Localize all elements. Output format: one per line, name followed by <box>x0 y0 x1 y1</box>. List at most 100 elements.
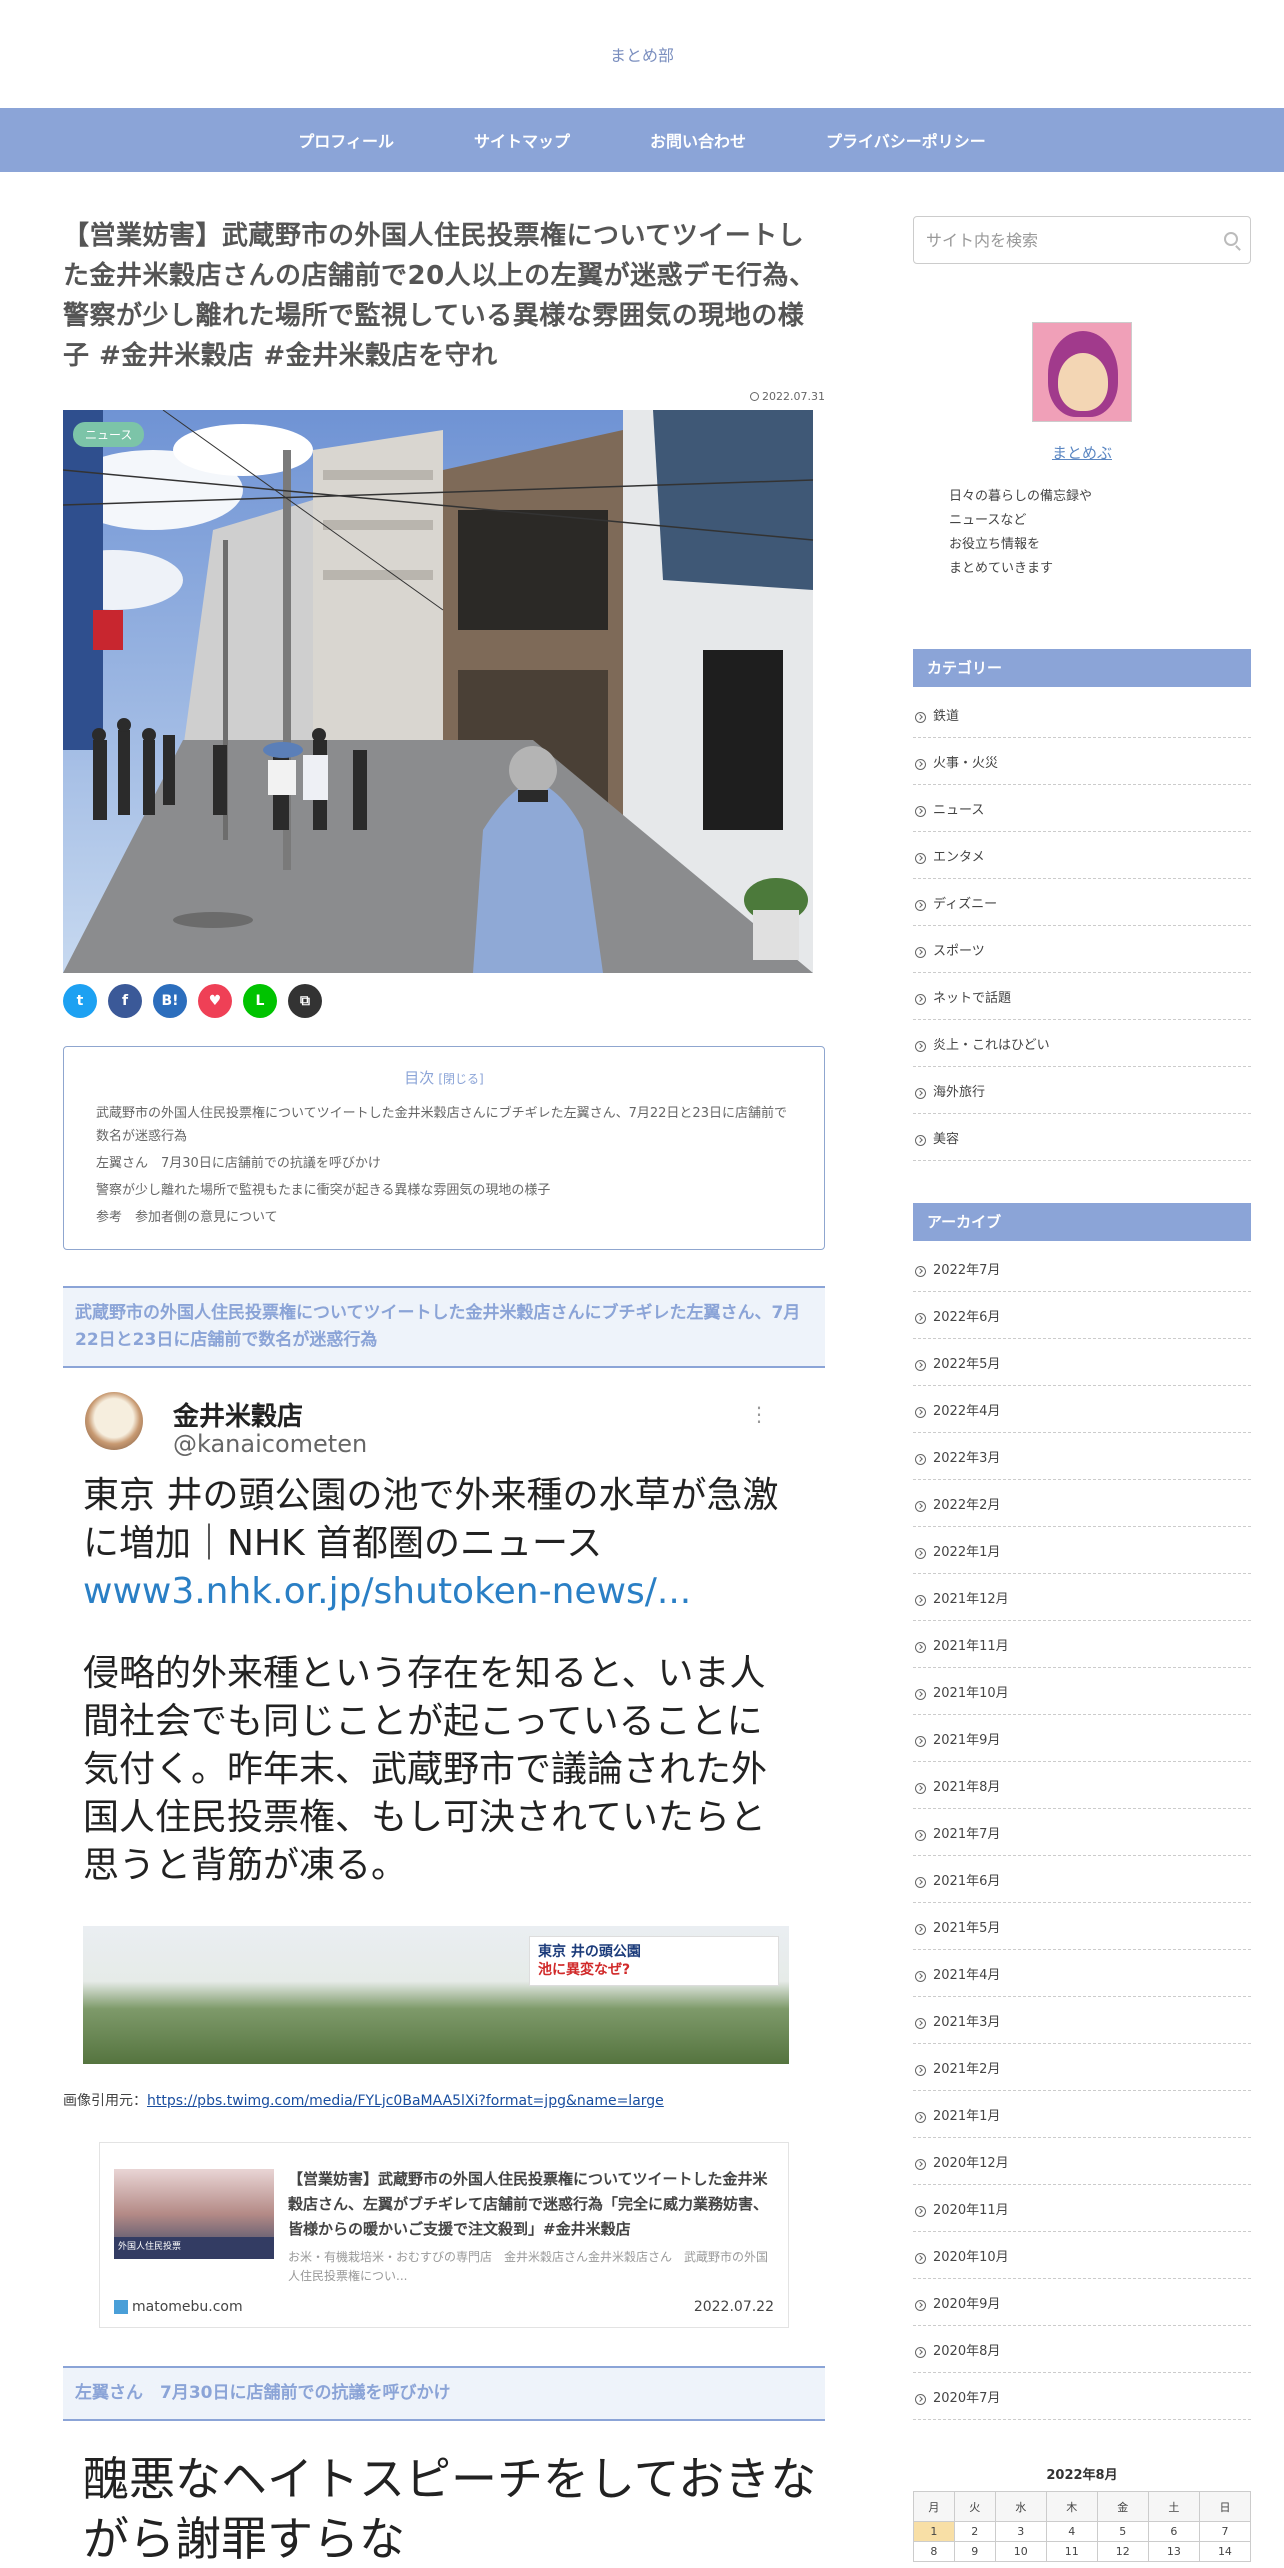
archive-item[interactable]: 2020年11月 <box>913 2185 1251 2232</box>
archive-item[interactable]: 2022年7月 <box>913 1245 1251 1292</box>
weekday-header: 日 <box>1198 2491 1252 2522</box>
archive-item[interactable]: 2022年6月 <box>913 1292 1251 1339</box>
facebook-share-button[interactable]: f <box>108 984 142 1018</box>
nav-profile[interactable]: プロフィール <box>258 128 434 152</box>
category-item[interactable]: ニュース <box>913 785 1251 832</box>
category-item[interactable]: 火事・火災 <box>913 738 1251 785</box>
toc-item-link[interactable]: 武蔵野市の外国人住民投票権についてツイートした金井米穀店さんにブチギレた左翼さん… <box>96 1106 787 1144</box>
archive-item[interactable]: 2021年12月 <box>913 1574 1251 1621</box>
category-item[interactable]: 炎上・これはひどい <box>913 1020 1251 1067</box>
nav-privacy-policy[interactable]: プライバシーポリシー <box>786 128 1026 152</box>
calendar-day: 14 <box>1198 2541 1252 2562</box>
calendar-day: 12 <box>1096 2541 1149 2562</box>
category-item[interactable]: スポーツ <box>913 926 1251 973</box>
nav-sitemap[interactable]: サイトマップ <box>434 128 610 152</box>
search-icon[interactable] <box>1224 232 1238 246</box>
archive-item[interactable]: 2022年1月 <box>913 1527 1251 1574</box>
weekday-header: 金 <box>1096 2491 1149 2522</box>
tweet-thumbnail-caption: 東京 井の頭公園 池に異変なぜ? <box>529 1936 779 1986</box>
weekday-header: 木 <box>1045 2491 1098 2522</box>
tweet-video-thumbnail: 東京 井の頭公園 池に異変なぜ? <box>83 1926 789 2064</box>
category-item[interactable]: ディズニー <box>913 879 1251 926</box>
page-title: 【営業妨害】武蔵野市の外国人住民投票権についてツイートした金井米穀店さんの店舗前… <box>63 221 816 371</box>
archive-item[interactable]: 2020年10月 <box>913 2232 1251 2279</box>
archive-item[interactable]: 2021年4月 <box>913 1950 1251 1997</box>
tweet-screenshot-image: 金井米穀店 @kanaicometen ⋮ 東京 井の頭公園の池で外来種の水草が… <box>83 1382 789 2064</box>
calendar-day: 5 <box>1096 2521 1149 2542</box>
archive-item[interactable]: 2022年5月 <box>913 1339 1251 1386</box>
archive-item[interactable]: 2022年3月 <box>913 1433 1251 1480</box>
hatena-share-button[interactable]: B! <box>153 984 187 1018</box>
category-item[interactable]: エンタメ <box>913 832 1251 879</box>
tweet-avatar <box>85 1392 143 1450</box>
related-post-title[interactable]: 【営業妨害】武蔵野市の外国人住民投票権についてツイートした金井米穀店さん、左翼が… <box>288 2167 774 2242</box>
archive-item[interactable]: 2020年7月 <box>913 2373 1251 2420</box>
profile-name-link[interactable]: まとめぶ <box>913 442 1251 463</box>
copy-link-button[interactable]: ⧉ <box>288 984 322 1018</box>
archive-item[interactable]: 2021年1月 <box>913 2091 1251 2138</box>
related-post-card[interactable]: 外国人住民投票 【営業妨害】武蔵野市の外国人住民投票権についてツイートした金井米… <box>99 2142 789 2328</box>
toc-item-link[interactable]: 参考 参加者側の意見について <box>96 1210 278 1225</box>
category-item[interactable]: 美容 <box>913 1114 1251 1161</box>
archive-item[interactable]: 2021年7月 <box>913 1809 1251 1856</box>
face-shape <box>1058 353 1108 411</box>
post-date-text: 2022.07.31 <box>762 390 825 403</box>
tweet-author-handle: @kanaicometen <box>173 1430 368 1458</box>
related-post-thumbnail: 外国人住民投票 <box>114 2169 274 2259</box>
toc-item-link[interactable]: 左翼さん 7月30日に店舗前での抗議を呼びかけ <box>96 1156 381 1171</box>
weekday-header: 火 <box>953 2491 996 2522</box>
archive-list: 2022年7月 2022年6月 2022年5月 2022年4月 2022年3月 … <box>913 1245 1251 2420</box>
category-item[interactable]: ネットで話題 <box>913 973 1251 1020</box>
global-nav: プロフィール サイトマップ お問い合わせ プライバシーポリシー <box>0 108 1284 172</box>
archive-item[interactable]: 2022年4月 <box>913 1386 1251 1433</box>
archive-item[interactable]: 2020年12月 <box>913 2138 1251 2185</box>
archive-item[interactable]: 2021年9月 <box>913 1715 1251 1762</box>
calendar-day: 10 <box>994 2541 1047 2562</box>
category-item[interactable]: 鉄道 <box>913 691 1251 738</box>
toc-toggle-link[interactable]: [閉じる] <box>438 1072 483 1086</box>
site-header: まとめ部 <box>0 0 1284 108</box>
calendar-day: 2 <box>953 2521 996 2542</box>
profile-desc-line: 日々の暮らしの備忘録や <box>949 489 1093 504</box>
tweet-headline: 東京 井の頭公園の池で外来種の水草が急激に増加｜NHK 首都圏のニュース www… <box>83 1472 783 1616</box>
archive-item[interactable]: 2021年3月 <box>913 1997 1251 2044</box>
calendar-day: 13 <box>1147 2541 1200 2562</box>
toc-item[interactable]: 左翼さん 7月30日に店舗前での抗議を呼びかけ <box>96 1152 792 1175</box>
archive-item[interactable]: 2022年2月 <box>913 1480 1251 1527</box>
pocket-share-button[interactable]: ♥ <box>198 984 232 1018</box>
related-post-site: matomebu.com <box>114 2299 243 2315</box>
nav-contact[interactable]: お問い合わせ <box>610 128 786 152</box>
category-label[interactable]: ニュース <box>73 422 145 447</box>
toc-item[interactable]: 参考 参加者側の意見について <box>96 1206 792 1229</box>
twitter-share-button[interactable]: t <box>63 984 97 1018</box>
line-share-button[interactable]: L <box>243 984 277 1018</box>
site-title[interactable]: まとめ部 <box>610 42 674 66</box>
toc-item-link[interactable]: 警察が少し離れた場所で監視もたまに衝突が起きる異様な雰囲気の現地の様子 <box>96 1183 550 1198</box>
category-item[interactable]: 海外旅行 <box>913 1067 1251 1114</box>
archive-item[interactable]: 2021年11月 <box>913 1621 1251 1668</box>
profile-desc-line: ニュースなど <box>949 513 1027 528</box>
calendar-day: 11 <box>1045 2541 1098 2562</box>
archive-item[interactable]: 2021年6月 <box>913 1856 1251 1903</box>
archive-item[interactable]: 2021年8月 <box>913 1762 1251 1809</box>
related-post-thumb-caption: 外国人住民投票 <box>114 2237 274 2259</box>
toc-item[interactable]: 警察が少し離れた場所で監視もたまに衝突が起きる異様な雰囲気の現地の様子 <box>96 1179 792 1202</box>
archive-item[interactable]: 2020年9月 <box>913 2279 1251 2326</box>
archive-item[interactable]: 2021年10月 <box>913 1668 1251 1715</box>
toc-item[interactable]: 武蔵野市の外国人住民投票権についてツイートした金井米穀店さんにブチギレた左翼さん… <box>96 1102 792 1148</box>
search-input[interactable] <box>914 217 1204 263</box>
tweet-link-text: www3.nhk.or.jp/shutoken-news/... <box>83 1571 692 1612</box>
tweet-headline-text: 東京 井の頭公園の池で外来種の水草が急激に増加｜NHK 首都圏のニュース <box>83 1475 779 1564</box>
archive-item[interactable]: 2021年2月 <box>913 2044 1251 2091</box>
section-heading-1: 武蔵野市の外国人住民投票権についてツイートした金井米穀店さんにブチギレた左翼さん… <box>63 1286 825 1368</box>
archive-item[interactable]: 2021年5月 <box>913 1903 1251 1950</box>
toc-title: 目次 [閉じる] <box>96 1067 792 1088</box>
image-source-link[interactable]: https://pbs.twimg.com/media/FYLjc0BaMAA5… <box>147 2093 664 2109</box>
calendar-day: 7 <box>1198 2521 1252 2542</box>
tweet-caption-title: 東京 井の頭公園 <box>538 1944 641 1960</box>
post-date: 2022.07.31 <box>63 390 825 404</box>
archive-item[interactable]: 2020年8月 <box>913 2326 1251 2373</box>
calendar-header-row: 月 火 水 木 金 土 日 <box>913 2491 1252 2522</box>
image-source-label: 画像引用元： <box>63 2093 147 2109</box>
toc-title-text: 目次 <box>404 1069 435 1087</box>
